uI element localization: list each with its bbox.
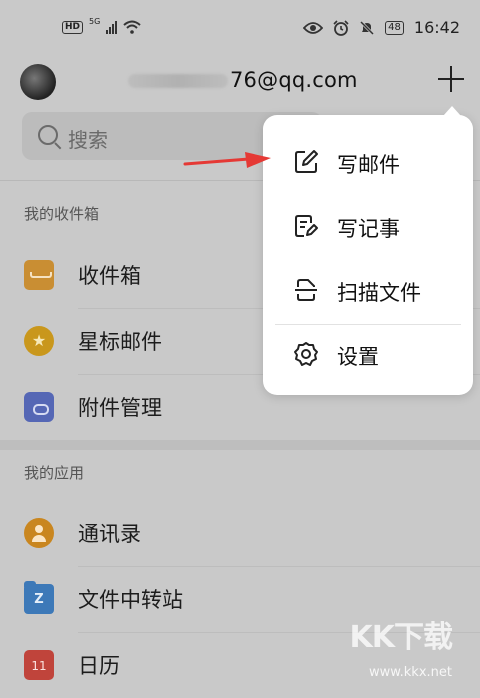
menu-item-scan[interactable]: 扫描文件 — [263, 259, 473, 323]
search-placeholder: 搜索 — [68, 128, 108, 152]
section-gap — [0, 440, 480, 450]
menu-item-label: 写邮件 — [337, 153, 400, 177]
section-title-mailbox: 我的收件箱 — [24, 205, 100, 223]
eye-icon — [303, 21, 324, 34]
contacts-icon — [24, 518, 54, 548]
menu-item-note[interactable]: 写记事 — [263, 195, 473, 259]
watermark-url: www.kkx.net — [368, 665, 452, 680]
menu-item-label: 扫描文件 — [337, 281, 421, 305]
status-right: 48 16:42 — [303, 18, 460, 37]
list-item-label: 星标邮件 — [78, 330, 162, 354]
attachment-icon — [24, 392, 54, 422]
add-menu-popup: 写邮件 写记事 扫描文件 设置 — [263, 106, 473, 395]
menu-item-label: 写记事 — [337, 217, 400, 241]
calendar-icon: 11 — [24, 650, 54, 680]
wifi-icon — [123, 20, 141, 34]
account-header: 76@qq.com — [0, 58, 480, 106]
add-button[interactable] — [436, 64, 466, 94]
list-item-label: 文件中转站 — [78, 588, 183, 612]
settings-icon — [294, 342, 318, 366]
email-suffix: 76@qq.com — [230, 68, 358, 92]
list-item-contacts[interactable]: 通讯录 — [0, 500, 480, 566]
network-type: 5G — [89, 16, 101, 26]
search-icon — [38, 125, 58, 145]
menu-item-compose[interactable]: 写邮件 — [263, 131, 473, 195]
signal-icon — [106, 20, 118, 34]
inbox-icon — [24, 260, 54, 290]
menu-item-settings[interactable]: 设置 — [263, 323, 473, 387]
status-left: HD 5G — [62, 16, 141, 34]
file-transfer-icon: Z — [24, 581, 54, 614]
note-icon — [295, 215, 318, 237]
battery-icon: 48 — [385, 20, 404, 35]
list-item-label: 日历 — [78, 654, 120, 678]
account-email[interactable]: 76@qq.com — [128, 68, 358, 92]
watermark-logo: KK下载 — [349, 620, 453, 655]
menu-item-label: 设置 — [337, 345, 379, 369]
star-icon: ★ — [24, 326, 54, 356]
alarm-icon — [333, 19, 349, 36]
section-title-apps: 我的应用 — [24, 464, 85, 482]
list-item-label: 附件管理 — [78, 396, 162, 420]
scan-icon — [295, 279, 317, 301]
clock: 16:42 — [413, 18, 460, 37]
annotation-arrow — [183, 152, 271, 168]
avatar[interactable] — [20, 64, 56, 100]
status-bar: HD 5G 48 16:42 — [0, 0, 480, 58]
list-item-label: 通讯录 — [78, 522, 141, 546]
mute-bell-icon — [360, 20, 375, 35]
list-item-label: 收件箱 — [78, 264, 141, 288]
compose-icon — [295, 150, 318, 173]
hd-indicator: HD — [62, 20, 84, 34]
